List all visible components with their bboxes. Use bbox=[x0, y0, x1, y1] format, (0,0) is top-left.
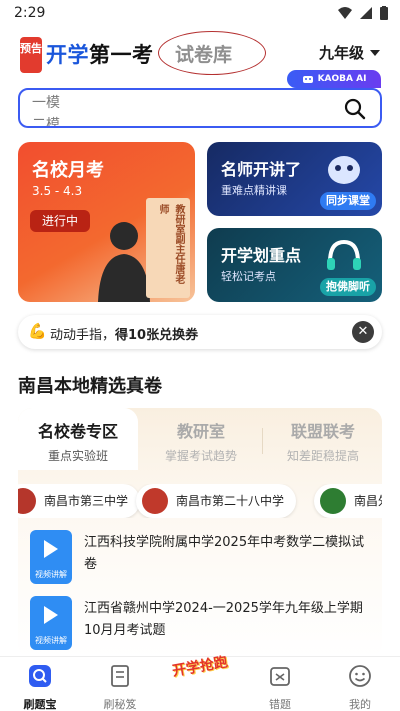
tab-sub: 知差距稳提高 bbox=[286, 449, 359, 463]
paper-tabs: 名校卷专区 重点实验班 教研室 掌握考试趋势 联盟联考 知差距稳提高 bbox=[18, 408, 382, 470]
reward-bold: 得10张兑换券 bbox=[115, 328, 199, 343]
nav-label: 刷题宝 bbox=[23, 698, 57, 711]
search-input[interactable]: 一模 二模 bbox=[18, 88, 382, 128]
preview-badge: 预告 bbox=[20, 37, 42, 73]
monthly-exam-dates: 3.5 - 4.3 bbox=[32, 184, 83, 198]
play-icon bbox=[44, 606, 58, 624]
mascot-icon bbox=[328, 156, 360, 184]
school-logo-icon bbox=[320, 488, 346, 514]
nav-center-label: 开学抢跑 bbox=[171, 654, 229, 680]
tab-label: 教研室 bbox=[176, 422, 225, 441]
flex-arm-icon: 💪 bbox=[28, 322, 47, 340]
thumbnail-label: 视频讲解 bbox=[35, 636, 67, 645]
tab-divider bbox=[262, 428, 263, 454]
tab-sub: 掌握考试趋势 bbox=[164, 449, 237, 463]
tab-label: 联盟联考 bbox=[290, 422, 355, 441]
school-name: 南昌外 bbox=[354, 494, 382, 508]
nav-label: 刷秘笈 bbox=[103, 698, 137, 711]
grade-label: 九年级 bbox=[318, 44, 364, 62]
reward-banner[interactable]: 💪 动动手指，得10张兑换券 ✕ bbox=[18, 315, 382, 349]
thumbnail-label: 视频讲解 bbox=[35, 570, 67, 579]
section-title: 南昌本地精选真卷 bbox=[18, 376, 162, 397]
nav-label: 我的 bbox=[349, 698, 371, 711]
school-name: 南昌市第二十八中学 bbox=[176, 494, 285, 508]
notebook-icon bbox=[111, 665, 129, 687]
video-thumbnail: 视频讲解 bbox=[30, 596, 72, 650]
nav-item-question-bank[interactable]: 刷题宝 bbox=[10, 663, 70, 711]
monthly-exam-title: 名校月考 bbox=[32, 160, 104, 181]
ai-tag-label: KAOBA AI bbox=[317, 74, 367, 84]
book-title: 教研室副主任 bbox=[173, 204, 184, 264]
play-icon bbox=[44, 540, 58, 558]
bottom-nav: 刷题宝 刷秘笈 开学抢跑 错题 我的 bbox=[0, 654, 400, 711]
paper-title: 江西省赣州中学2024-一2025学年九年级上学期10月月考试题 bbox=[84, 601, 363, 638]
famous-teacher-card[interactable]: 名师开讲了 重难点精讲课 同步课堂 bbox=[207, 142, 382, 216]
search-placeholder-line2: 二模 bbox=[32, 117, 60, 128]
school-chip[interactable]: 南昌市第二十八中学 bbox=[136, 484, 297, 518]
paper-item[interactable]: 视频讲解 江西省赣州中学2024-一2025学年九年级上学期10月月考试题 bbox=[30, 596, 370, 654]
ai-robot-icon bbox=[302, 76, 313, 83]
paper-item[interactable]: 视频讲解 江西科技学院附属中学2025年中考数学二模拟试卷 bbox=[30, 530, 370, 588]
search-icon[interactable] bbox=[344, 98, 366, 120]
headphones-icon bbox=[327, 239, 361, 270]
status-icons bbox=[338, 6, 388, 20]
reward-text: 动动手指，得10张兑换券 bbox=[50, 324, 198, 343]
tab-famous-school[interactable]: 名校卷专区 重点实验班 bbox=[18, 408, 138, 470]
tab-league-exam[interactable]: 联盟联考 知差距稳提高 bbox=[268, 418, 378, 464]
sync-class-button[interactable]: 同步课堂 bbox=[320, 192, 376, 210]
famous-teacher-title: 名师开讲了 bbox=[221, 160, 302, 179]
signal-icon bbox=[360, 7, 372, 19]
famous-teacher-sub: 重难点精讲课 bbox=[221, 184, 287, 197]
video-thumbnail: 视频讲解 bbox=[30, 530, 72, 584]
school-chips: 南昌市第三中学 南昌市第二十八中学 南昌外 bbox=[18, 484, 382, 518]
mistake-book-icon bbox=[270, 667, 290, 686]
school-chip[interactable]: 南昌外 bbox=[314, 484, 382, 518]
nav-label: 错题 bbox=[269, 698, 291, 711]
nav-item-profile[interactable]: 我的 bbox=[330, 663, 390, 711]
smiley-icon bbox=[349, 665, 371, 687]
monthly-exam-status: 进行中 bbox=[30, 210, 90, 232]
monthly-exam-card[interactable]: 名校月考 3.5 - 4.3 进行中 教研室副主任唐老师 bbox=[18, 142, 195, 302]
status-time: 2:29 bbox=[14, 5, 46, 21]
tab-research-office[interactable]: 教研室 掌握考试趋势 bbox=[146, 418, 256, 464]
school-logo-icon bbox=[18, 488, 36, 514]
tab-paper-library[interactable]: 试卷库 bbox=[175, 40, 232, 67]
close-icon[interactable]: ✕ bbox=[352, 321, 374, 343]
paper-title: 江西科技学院附属中学2025年中考数学二模拟试卷 bbox=[84, 535, 365, 572]
search-doc-icon bbox=[29, 665, 51, 687]
wifi-icon bbox=[338, 7, 352, 19]
search-placeholder-line1: 一模 bbox=[32, 95, 60, 111]
listen-button[interactable]: 抱佛脚听 bbox=[320, 278, 376, 296]
key-points-title: 开学划重点 bbox=[221, 246, 302, 265]
nav-item-secrets[interactable]: 刷秘笈 bbox=[90, 663, 150, 711]
tab-label: 名校卷专区 bbox=[37, 422, 118, 441]
battery-icon bbox=[380, 6, 388, 20]
grade-selector[interactable]: 九年级 bbox=[319, 42, 380, 63]
key-points-card[interactable]: 开学划重点 轻松记考点 抱佛脚听 bbox=[207, 228, 382, 302]
brand-title[interactable]: 开学第一考 bbox=[46, 39, 154, 69]
teacher-silhouette-icon bbox=[98, 222, 150, 302]
chevron-down-icon bbox=[370, 49, 380, 56]
ai-tag[interactable]: KAOBA AI bbox=[287, 70, 381, 88]
reward-prefix: 动动手指， bbox=[50, 328, 116, 343]
teacher-book: 教研室副主任唐老师 bbox=[146, 198, 190, 298]
status-bar: 2:29 bbox=[0, 0, 400, 28]
school-chip[interactable]: 南昌市第三中学 bbox=[18, 484, 141, 518]
school-logo-icon bbox=[142, 488, 168, 514]
tab-sub: 重点实验班 bbox=[47, 449, 108, 463]
school-name: 南昌市第三中学 bbox=[44, 494, 129, 508]
key-points-sub: 轻松记考点 bbox=[221, 270, 276, 283]
nav-item-mistakes[interactable]: 错题 bbox=[250, 663, 310, 711]
brand-suffix: 第一考 bbox=[89, 43, 154, 67]
nav-item-start-run[interactable]: 开学抢跑 bbox=[170, 654, 230, 705]
brand-prefix: 开学 bbox=[46, 43, 89, 67]
